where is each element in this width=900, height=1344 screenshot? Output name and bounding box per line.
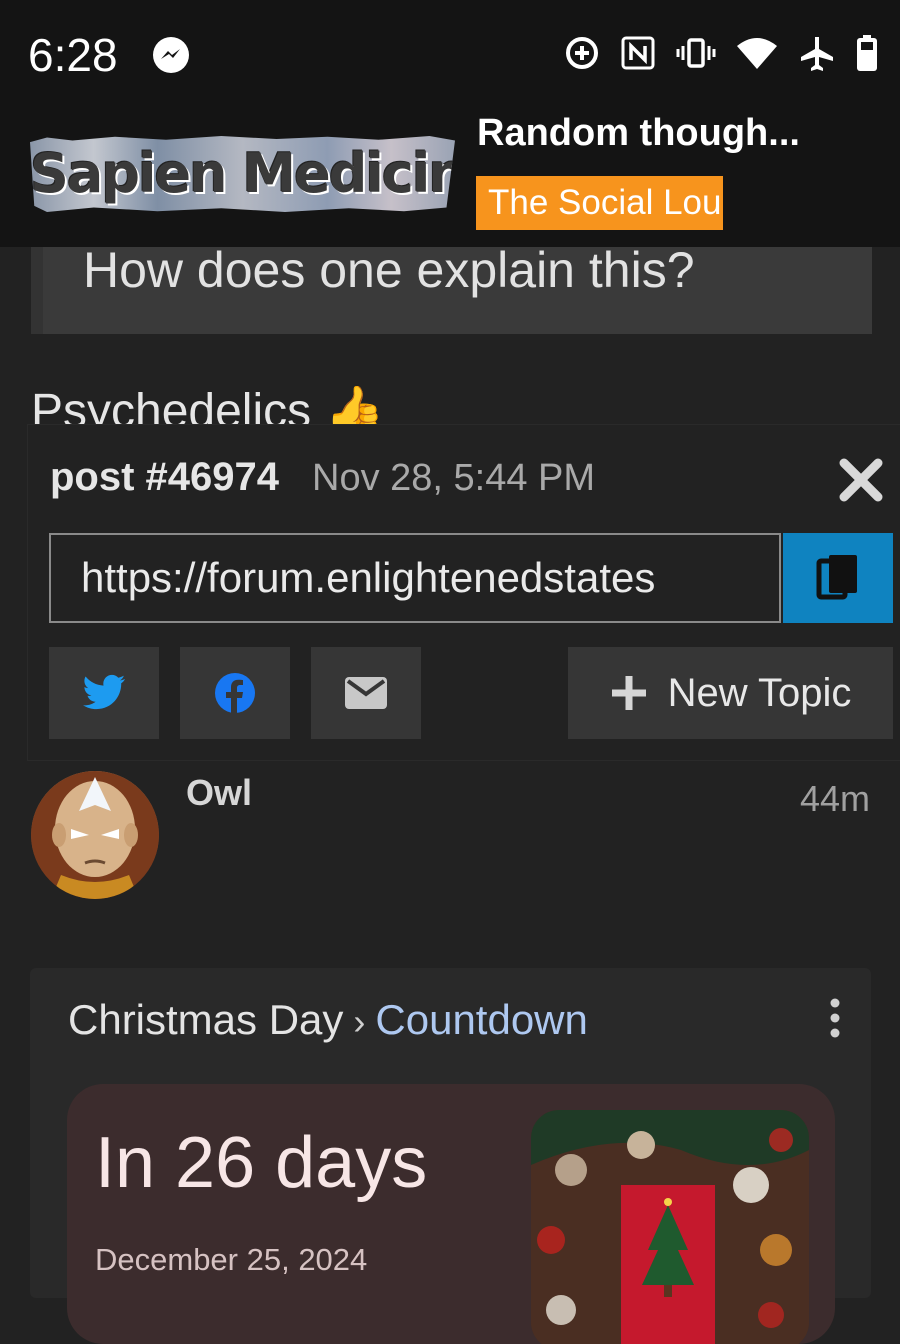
wifi-icon [737, 38, 777, 69]
system-icons [564, 34, 878, 72]
christmas-image [531, 1110, 809, 1344]
post-number: post #46974 [50, 455, 280, 499]
avatar-image [31, 771, 159, 899]
logo-text: Sapien Medicine [30, 142, 455, 205]
site-logo[interactable]: Sapien Medicine [30, 136, 455, 212]
more-vert-icon[interactable] [825, 998, 845, 1038]
quote-block: How does one explain this? [31, 242, 872, 334]
reply-text: Psychedelics [31, 385, 312, 425]
forum-header: Sapien Medicine Random though... The Soc… [0, 110, 900, 247]
post-date: Nov 28, 5:44 PM [312, 457, 596, 499]
christmas-photo [531, 1110, 809, 1344]
avatar[interactable] [31, 771, 159, 899]
plus-icon [611, 676, 646, 710]
messenger-icon [153, 37, 189, 73]
clock: 6:28 [28, 29, 118, 81]
close-icon[interactable] [836, 455, 886, 505]
battery-icon [857, 35, 877, 71]
copy-button[interactable] [783, 533, 893, 623]
airplane-icon [801, 37, 833, 71]
quote-text: How does one explain this? [83, 242, 695, 298]
vibrate-icon [676, 38, 716, 68]
share-panel: post #46974 Nov 28, 5:44 PM https://foru… [28, 425, 900, 760]
breadcrumb-christmas-day[interactable]: Christmas Day [68, 996, 343, 1043]
email-icon [345, 677, 387, 709]
countdown-date: December 25, 2024 [95, 1242, 368, 1277]
data-saver-icon [566, 37, 598, 69]
countdown-text: In 26 days [95, 1123, 428, 1203]
share-twitter-button[interactable] [49, 647, 159, 739]
category-badge[interactable]: The Social Lou [476, 176, 723, 230]
new-topic-button[interactable]: New Topic [568, 647, 893, 739]
status-bar: 6:28 [0, 0, 900, 110]
nfc-icon [621, 36, 655, 70]
countdown-card[interactable]: Christmas Day › Countdown In 26 days Decem… [30, 968, 871, 1344]
topic-title[interactable]: Random though... [477, 112, 800, 155]
post-body-text: Psychedelics 👍 [31, 382, 384, 425]
username[interactable]: Owl [186, 772, 252, 814]
share-url-field[interactable]: https://forum.enlightenedstates [49, 533, 781, 623]
share-facebook-button[interactable] [180, 647, 290, 739]
twitter-icon [83, 674, 125, 710]
breadcrumb-separator: › [353, 1001, 366, 1042]
breadcrumb: Christmas Day › Countdown [68, 996, 588, 1044]
facebook-icon [215, 673, 255, 713]
share-email-button[interactable] [311, 647, 421, 739]
copy-icon [816, 555, 857, 600]
breadcrumb-countdown[interactable]: Countdown [375, 996, 587, 1043]
new-topic-label: New Topic [667, 670, 852, 715]
countdown-panel: In 26 days December 25, 2024 [67, 1084, 835, 1344]
post-age[interactable]: 44m [800, 778, 870, 820]
thumbs-up-emoji: 👍 [324, 385, 385, 425]
